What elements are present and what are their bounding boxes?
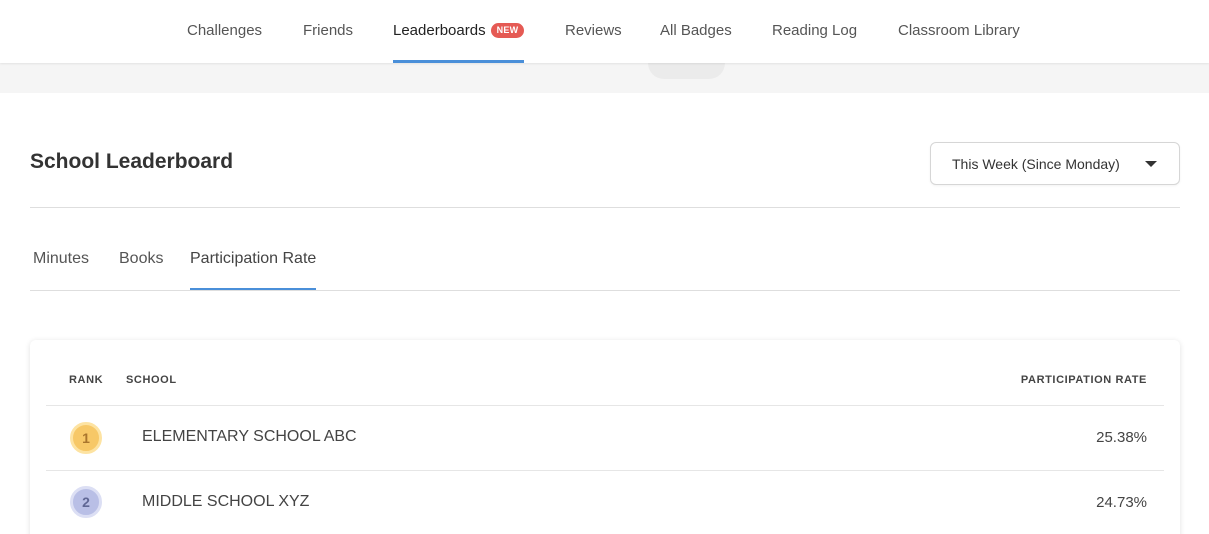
column-header-rank: RANK xyxy=(69,374,104,386)
new-badge: NEW xyxy=(490,23,525,38)
nav-item-reading-log[interactable]: Reading Log xyxy=(772,0,857,63)
gold-medal-icon: 1 xyxy=(70,422,102,454)
nav-item-label: Challenges xyxy=(187,22,263,39)
participation-rate-value: 25.38% xyxy=(1096,429,1147,446)
time-period-dropdown[interactable]: This Week (Since Monday) xyxy=(930,142,1180,185)
nav-item-label: Leaderboards xyxy=(393,22,486,39)
nav-item-all-badges[interactable]: All Badges xyxy=(660,0,732,63)
nav-item-label: Classroom Library xyxy=(898,22,1020,39)
row-divider xyxy=(46,470,1164,471)
nav-item-label: Reviews xyxy=(565,22,622,39)
caret-down-icon xyxy=(1145,161,1157,167)
nav-item-label: Friends xyxy=(303,22,354,39)
tabs-divider xyxy=(30,290,1180,291)
nav-item-label: All Badges xyxy=(660,22,732,39)
nav-item-reviews[interactable]: Reviews xyxy=(565,0,622,63)
participation-rate-value: 24.73% xyxy=(1096,494,1147,511)
tab-minutes[interactable]: Minutes xyxy=(33,240,89,291)
school-name: MIDDLE SCHOOL XYZ xyxy=(142,493,310,510)
header-divider xyxy=(30,207,1180,208)
row-divider xyxy=(46,405,1164,406)
tab-participation-rate[interactable]: Participation Rate xyxy=(190,240,317,291)
silver-medal-icon: 2 xyxy=(70,486,102,518)
column-header-participation-rate: PARTICIPATION RATE xyxy=(1020,374,1147,386)
nav-item-friends[interactable]: Friends xyxy=(303,0,353,63)
nav-item-classroom-library[interactable]: Classroom Library xyxy=(898,0,1020,63)
top-navigation: Challenges Friends Leaderboards NEW Revie… xyxy=(0,0,1209,63)
nav-item-label: Reading Log xyxy=(772,22,858,39)
nav-item-leaderboards[interactable]: Leaderboards NEW xyxy=(393,0,525,63)
tab-books[interactable]: Books xyxy=(119,240,163,291)
collapse-handle[interactable] xyxy=(648,63,725,79)
time-period-value: This Week (Since Monday) xyxy=(952,156,1120,172)
page-title: School Leaderboard xyxy=(30,150,234,173)
column-header-school: SCHOOL xyxy=(126,374,177,386)
header-band xyxy=(0,63,1209,93)
nav-item-challenges[interactable]: Challenges xyxy=(187,0,262,63)
school-name: ELEMENTARY SCHOOL ABC xyxy=(142,428,357,445)
